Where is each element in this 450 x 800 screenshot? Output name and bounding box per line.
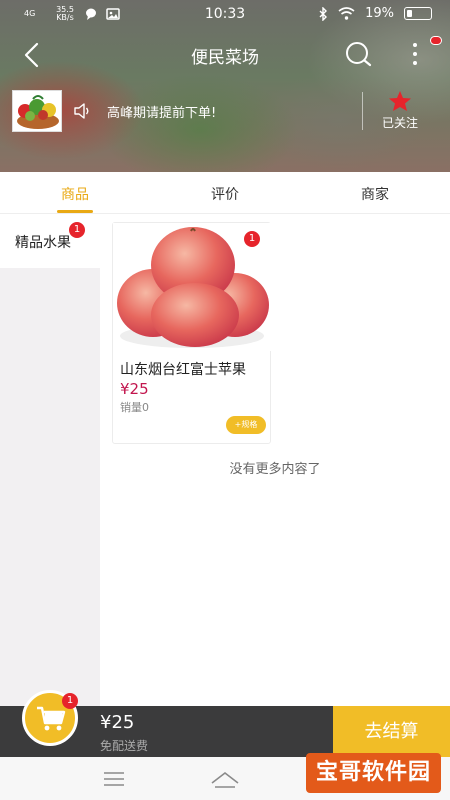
home-icon[interactable] bbox=[210, 769, 240, 789]
tab-products[interactable]: 商品 bbox=[35, 184, 115, 204]
delivery-fee-note: 免配送费 bbox=[100, 739, 149, 753]
product-cart-count-badge: 1 bbox=[244, 231, 260, 247]
store-logo[interactable] bbox=[12, 90, 62, 132]
product-sales: 销量0 bbox=[120, 401, 149, 414]
list-end-text: 没有更多内容了 bbox=[229, 462, 321, 477]
menu-icon[interactable] bbox=[103, 771, 125, 787]
store-info-row: 高峰期请提前下单! 已关注 bbox=[0, 88, 450, 138]
battery-icon bbox=[404, 7, 432, 20]
star-icon bbox=[389, 91, 411, 111]
divider bbox=[362, 92, 363, 130]
product-card[interactable]: 1 山东烟台红富士苹果 ¥25 销量0 +规格 bbox=[112, 222, 272, 444]
select-spec-button[interactable]: +规格 bbox=[226, 416, 266, 434]
vegetables-basket-image bbox=[13, 91, 61, 131]
speaker-icon bbox=[74, 103, 89, 119]
status-right: 19% bbox=[318, 6, 432, 21]
watermark-logo: 宝哥软件园 bbox=[306, 753, 441, 793]
search-icon[interactable] bbox=[343, 39, 373, 69]
tab-bar: 商品 评价 商家 bbox=[0, 172, 450, 214]
cart-total: ¥25 bbox=[100, 712, 135, 733]
bluetooth-icon bbox=[319, 6, 328, 21]
wifi-icon bbox=[338, 7, 355, 20]
tab-merchant[interactable]: 商家 bbox=[335, 184, 415, 204]
category-item-fruit[interactable]: 精品水果 1 bbox=[0, 214, 100, 268]
product-name: 山东烟台红富士苹果 bbox=[120, 362, 246, 378]
follow-label: 已关注 bbox=[381, 116, 418, 130]
notification-dot bbox=[430, 36, 442, 45]
shopping-cart-icon bbox=[37, 706, 66, 731]
store-header-background: 4G 35.5 KB/s 10:33 19% 便民菜场 高峰期请提前下单! 已关… bbox=[0, 0, 450, 172]
cart-count-badge: 1 bbox=[62, 693, 78, 709]
status-bar: 4G 35.5 KB/s 10:33 19% bbox=[0, 0, 450, 30]
product-price: ¥25 bbox=[120, 380, 149, 398]
tab-reviews[interactable]: 评价 bbox=[185, 184, 265, 204]
top-nav-bar: 便民菜场 bbox=[0, 30, 450, 80]
category-count-badge: 1 bbox=[69, 222, 85, 238]
screen: 4G 35.5 KB/s 10:33 19% 便民菜场 高峰期请提前下单! 已关… bbox=[0, 0, 450, 800]
more-options-icon[interactable] bbox=[403, 39, 427, 69]
active-tab-indicator bbox=[57, 210, 93, 213]
checkout-button[interactable]: 去结算 bbox=[333, 706, 450, 757]
category-label: 精品水果 bbox=[15, 235, 71, 251]
category-sidebar: 精品水果 1 bbox=[0, 214, 100, 706]
battery-percent: 19% bbox=[365, 6, 394, 21]
store-notice: 高峰期请提前下单! bbox=[107, 106, 217, 121]
follow-button[interactable]: 已关注 bbox=[370, 90, 430, 134]
page-title: 便民菜场 bbox=[191, 48, 259, 68]
